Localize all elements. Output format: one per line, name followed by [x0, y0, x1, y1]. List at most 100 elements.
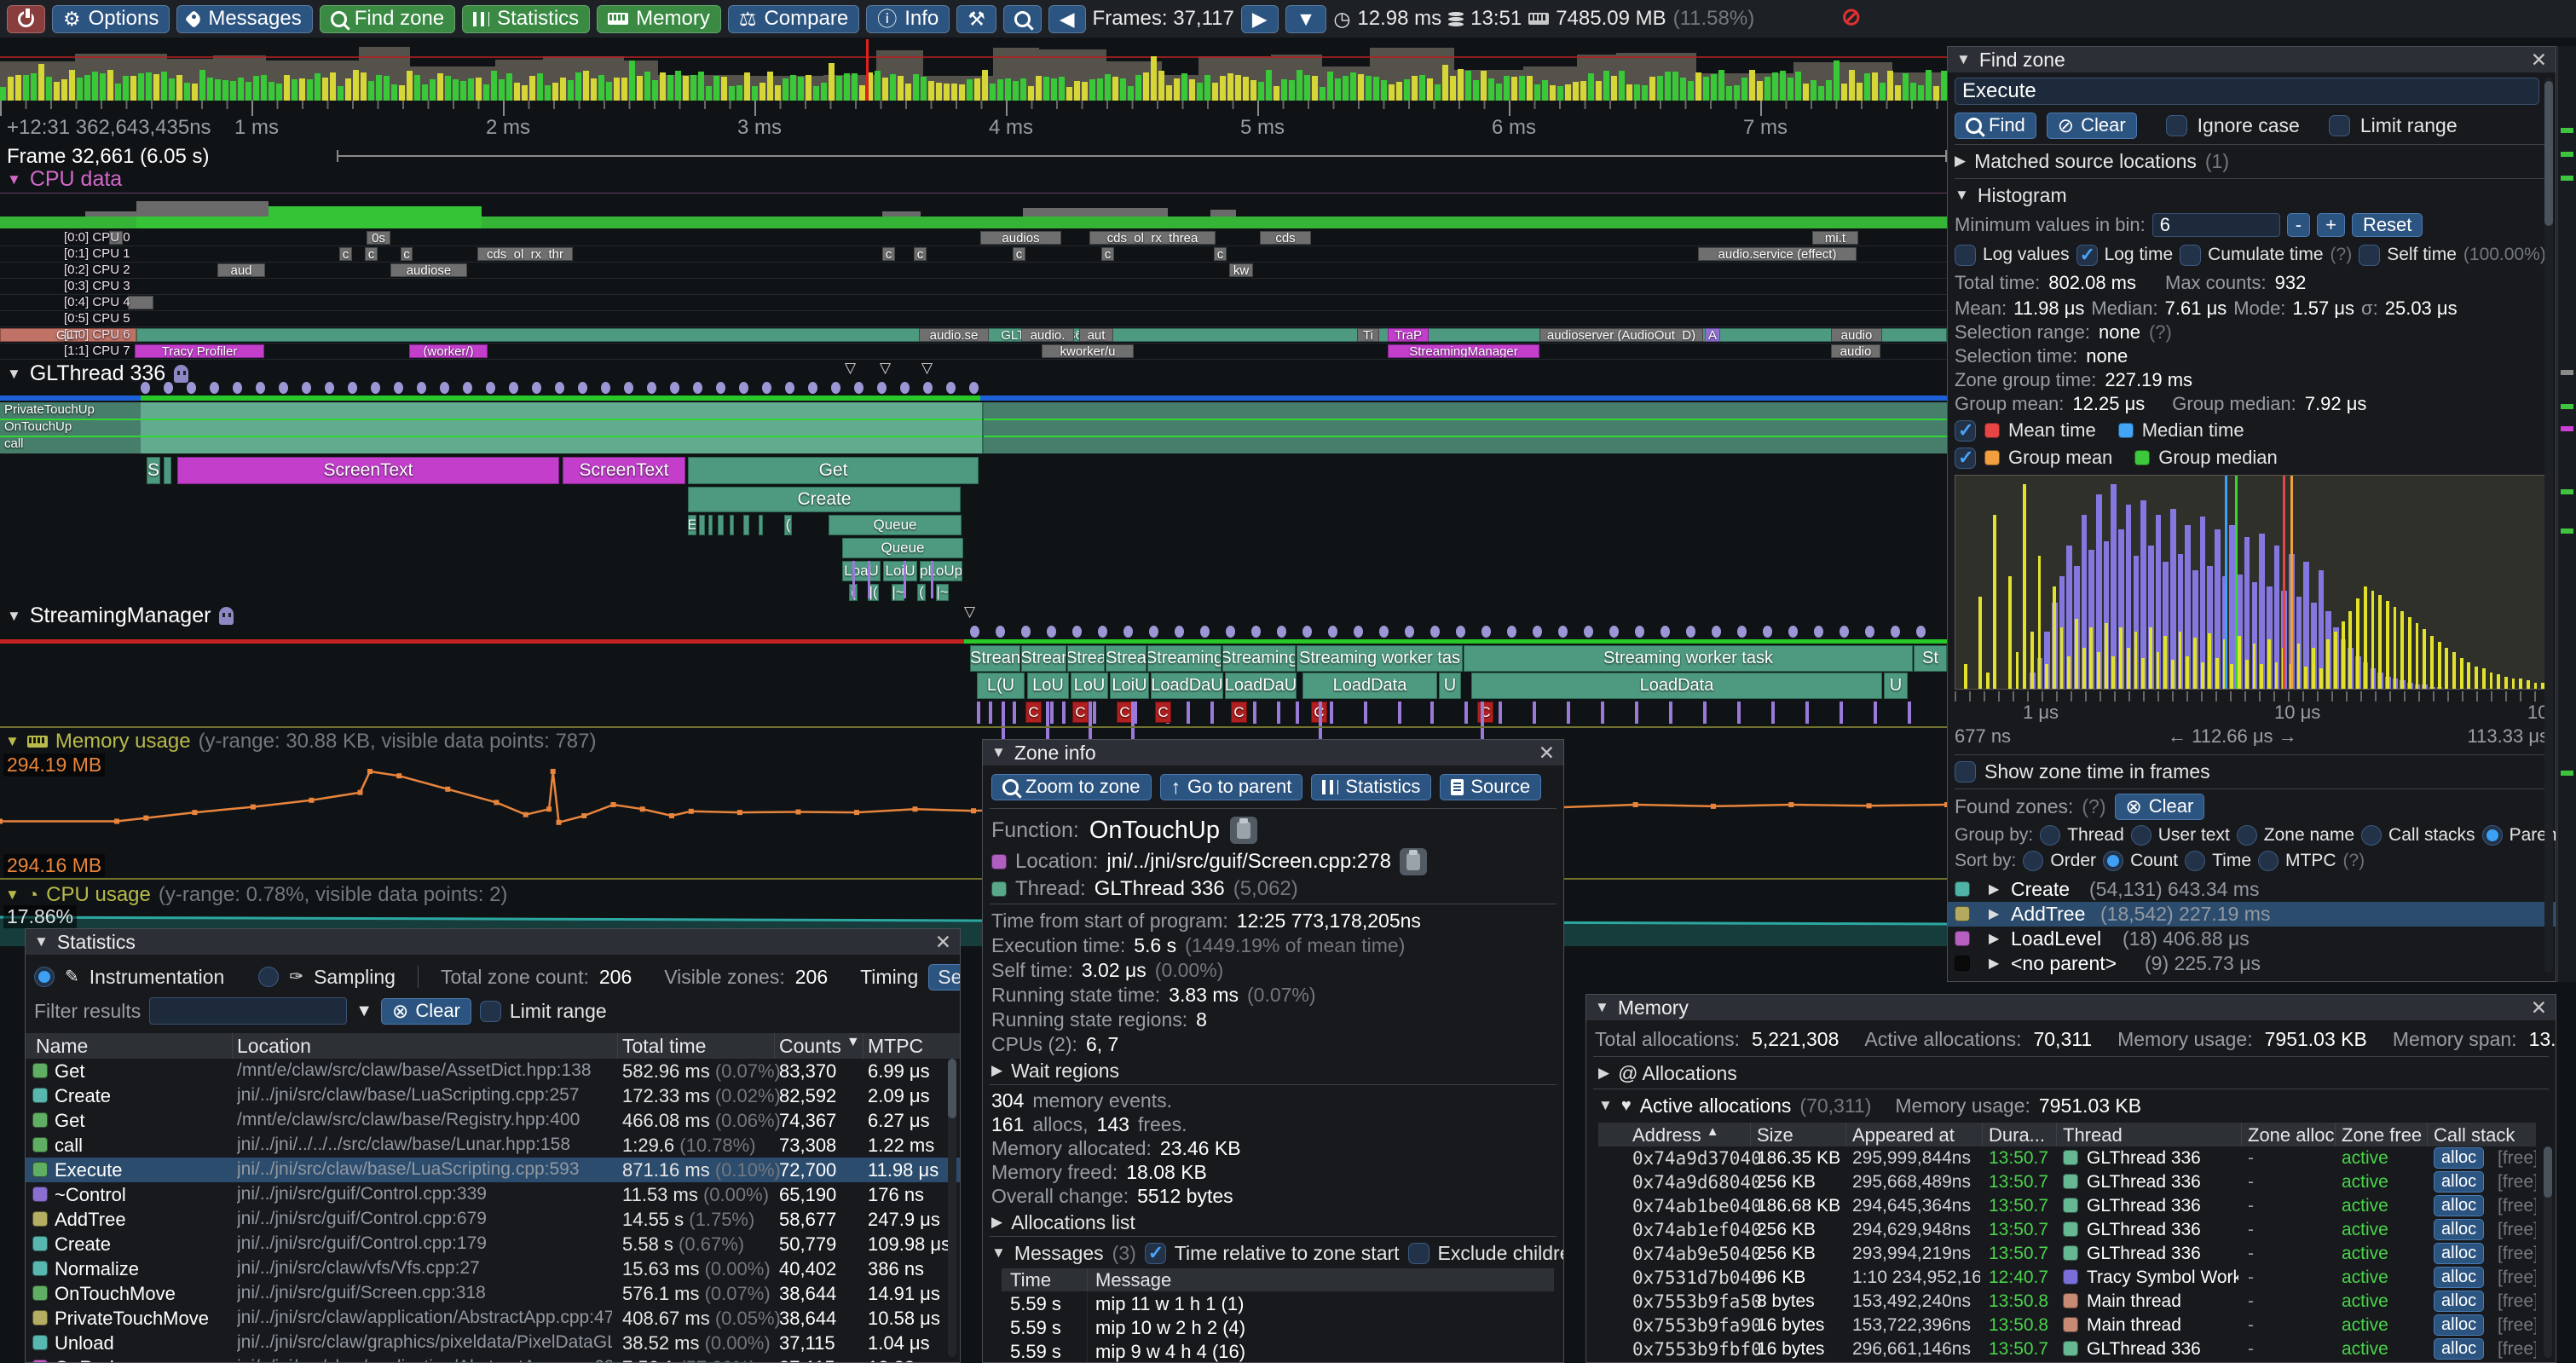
- timeline-zone[interactable]: [759, 515, 763, 535]
- column-header[interactable]: Message: [1095, 1269, 1171, 1291]
- column-header[interactable]: Name: [36, 1035, 88, 1058]
- timeline-zone[interactable]: LoiU: [883, 561, 917, 581]
- alloc-callstack-button[interactable]: alloc: [2434, 1243, 2484, 1264]
- memory-button[interactable]: Memory: [597, 5, 721, 33]
- filter-input[interactable]: [149, 997, 347, 1025]
- table-row[interactable]: 0x74ab1be040186.68 KB294,645,364ns13:50.…: [1598, 1194, 2536, 1218]
- table-row[interactable]: AddTreejni/../jni/src/guif/Control.cpp:6…: [26, 1207, 960, 1232]
- self-time-checkbox[interactable]: [2359, 245, 2380, 266]
- timeline-zone[interactable]: Ti: [1357, 328, 1379, 342]
- exclude-children-checkbox[interactable]: [1408, 1243, 1430, 1264]
- histogram-header-row[interactable]: ▼Histogram: [1955, 183, 2067, 207]
- timeline-zone[interactable]: audio: [1831, 344, 1880, 358]
- zone-info-button[interactable]: Source: [1440, 774, 1541, 800]
- timeline-zone[interactable]: mi.t: [1812, 231, 1858, 245]
- time-relative-checkbox[interactable]: [1145, 1243, 1166, 1264]
- log-values-checkbox[interactable]: [1955, 245, 1976, 266]
- alloc-callstack-button[interactable]: alloc: [2434, 1338, 2484, 1360]
- allocations-header-row[interactable]: ▶@ Allocations: [1598, 1061, 1737, 1085]
- timeline-zone[interactable]: cds_ol_rx_thr: [477, 247, 573, 261]
- group-by-parent-radio[interactable]: [2482, 825, 2503, 846]
- timeline-zone[interactable]: cds: [1260, 231, 1311, 245]
- timeline-zone[interactable]: Get: [688, 457, 979, 484]
- timeline-zone[interactable]: audioserver (AudioOut_D): [1539, 328, 1703, 342]
- min-bin-input[interactable]: 6: [2152, 213, 2280, 237]
- wait-regions-row[interactable]: ▶Wait regions: [991, 1059, 1119, 1083]
- timeline-zone[interactable]: Strea: [1106, 645, 1146, 672]
- log-time-checkbox[interactable]: [2076, 245, 2098, 266]
- sampling-radio[interactable]: [258, 967, 279, 987]
- timeline-zone[interactable]: LoadData: [1302, 673, 1437, 699]
- alloc-callstack-button[interactable]: alloc: [2434, 1171, 2484, 1193]
- close-icon[interactable]: ✕: [2531, 996, 2547, 1019]
- timeline-zone[interactable]: Streaming: [1222, 645, 1296, 672]
- table-row[interactable]: Executejni/../jni/src/claw/base/LuaScrip…: [26, 1158, 960, 1182]
- message-row[interactable]: 5.59 smip 9 w 4 h 4 (16): [1002, 1340, 1554, 1363]
- table-row[interactable]: 0x7553b9fa9016 bytes153,722,396ns13:50.8…: [1598, 1314, 2536, 1337]
- timeline-zone[interactable]: cds_ol_rx_threa: [1089, 231, 1216, 245]
- limit-range-checkbox[interactable]: [480, 1001, 501, 1022]
- timeline-zone[interactable]: Strean: [970, 645, 1020, 672]
- timeline-zone[interactable]: audio: [1831, 328, 1882, 342]
- found-clear-button[interactable]: ⊗Clear: [2115, 794, 2205, 820]
- table-row[interactable]: 0x74a9d37040186.35 KB295,999,844ns13:50.…: [1598, 1146, 2536, 1170]
- clear-button[interactable]: ⊗Clear: [381, 998, 471, 1025]
- instrumentation-radio[interactable]: [34, 967, 55, 987]
- table-row[interactable]: Get/mnt/e/claw/src/claw/base/AssetDict.h…: [26, 1059, 960, 1083]
- group-by-zone-name-radio[interactable]: [2237, 825, 2257, 846]
- timeline-zone[interactable]: c: [914, 247, 927, 261]
- power-button[interactable]: [7, 5, 45, 33]
- timeline-zone[interactable]: S: [147, 457, 160, 484]
- table-row[interactable]: 0x7531d7b04096 KB1:10 234,952,16112:40.7…: [1598, 1266, 2536, 1290]
- timeline-zone[interactable]: audio.: [1021, 328, 1074, 342]
- timeline-zone[interactable]: aud: [217, 263, 265, 277]
- alloc-callstack-button[interactable]: alloc: [2434, 1195, 2484, 1216]
- timeline-zone[interactable]: Streaming: [1147, 645, 1222, 672]
- timeline-zone[interactable]: |~: [936, 584, 949, 601]
- table-row[interactable]: Normalizejni/../jni/src/claw/vfs/Vfs.cpp…: [26, 1256, 960, 1281]
- timeline-zone[interactable]: LoU: [1071, 673, 1108, 699]
- timeline-zone[interactable]: Strear: [1021, 645, 1066, 672]
- tools-button[interactable]: ⚒: [956, 5, 996, 33]
- message-marker-icon[interactable]: ▽: [845, 360, 856, 377]
- zone-info-titlebar[interactable]: ▼Zone info✕: [983, 740, 1563, 765]
- cumulate-time-checkbox[interactable]: [2180, 245, 2201, 266]
- column-header[interactable]: Thread: [2063, 1124, 2123, 1146]
- glthread-zone-band[interactable]: PrivateTouchUpOnTouchUpcall: [0, 402, 1947, 453]
- column-header[interactable]: Time: [1010, 1269, 1051, 1291]
- zone-info-button[interactable]: Statistics: [1311, 774, 1431, 800]
- timeline-zone[interactable]: pLoUp: [920, 561, 962, 581]
- column-header[interactable]: Zone free: [2342, 1124, 2422, 1146]
- found-zone-row[interactable]: ▶<no parent>(9) 225.73 μs: [1948, 951, 2556, 976]
- column-header[interactable]: Address▲: [1632, 1124, 1719, 1146]
- timeline-zone[interactable]: [699, 515, 705, 535]
- column-header[interactable]: Total time: [622, 1035, 706, 1058]
- clipboard-icon[interactable]: [1400, 848, 1427, 875]
- stream-c-marker[interactable]: C: [1025, 702, 1042, 723]
- timeline-minimap-scrollbar[interactable]: [2557, 46, 2576, 982]
- column-header[interactable]: Dura...: [1989, 1124, 2057, 1146]
- timeline-zone[interactable]: [743, 515, 749, 535]
- timeline-zone[interactable]: LoaU: [842, 561, 881, 581]
- table-row[interactable]: Get/mnt/e/claw/src/claw/base/Registry.hp…: [26, 1108, 960, 1133]
- zone-info-button[interactable]: Zoom to zone: [991, 774, 1152, 800]
- timeline-zone[interactable]: [128, 296, 153, 309]
- timeline-zone[interactable]: c: [882, 247, 895, 261]
- alloc-callstack-button[interactable]: alloc: [2434, 1147, 2484, 1169]
- statistics-button[interactable]: Statistics: [462, 5, 590, 33]
- timeline-zone[interactable]: A: [1705, 328, 1720, 342]
- decrement-button[interactable]: -: [2287, 213, 2310, 237]
- timeline-zone[interactable]: c: [1214, 247, 1227, 261]
- timeline-zone[interactable]: ScreenText: [177, 457, 559, 484]
- sort-by-count-radio[interactable]: [2103, 851, 2123, 871]
- messages-row[interactable]: ▼Messages(3)Time relative to zone startE…: [991, 1241, 1564, 1265]
- message-marker-icon[interactable]: ▽: [964, 604, 975, 621]
- prev-frame-button[interactable]: ◀: [1048, 5, 1086, 33]
- timeline-zone[interactable]: Queue: [842, 538, 963, 558]
- timeline-zone[interactable]: c: [1013, 247, 1025, 261]
- message-marker-icon[interactable]: ▽: [921, 360, 933, 377]
- timeline-zone[interactable]: audiose: [390, 263, 467, 277]
- close-icon[interactable]: ✕: [1539, 742, 1555, 765]
- timeline-zone[interactable]: c: [1101, 247, 1114, 261]
- allocations-list-row[interactable]: ▶Allocations list: [991, 1210, 1135, 1234]
